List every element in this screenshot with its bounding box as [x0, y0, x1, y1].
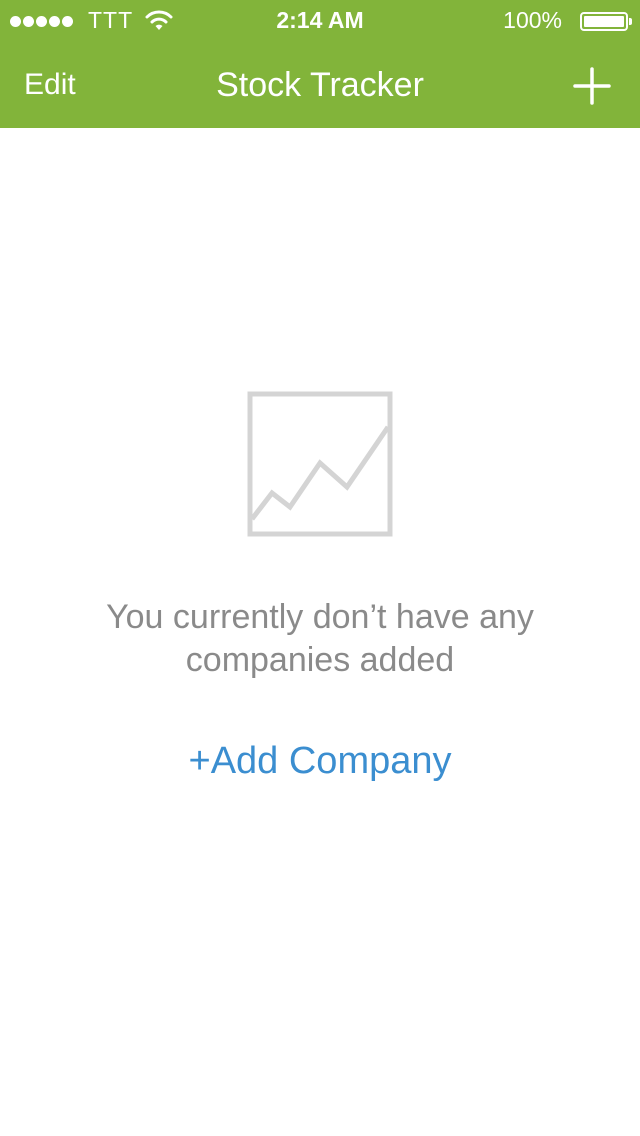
battery-percent: 100% — [503, 7, 562, 33]
navigation-bar: Edit Stock Tracker — [0, 40, 640, 128]
header: TTT 2:14 AM 100% Edit Stock Tracker — [0, 0, 640, 128]
plus-icon[interactable] — [572, 66, 612, 106]
empty-state-message: You currently don’t have any companies a… — [106, 598, 534, 679]
line-chart-icon — [247, 391, 393, 537]
battery-icon — [580, 12, 632, 31]
page-title: Stock Tracker — [216, 66, 424, 104]
add-company-button[interactable]: +Add Company — [120, 740, 520, 783]
status-bar: TTT 2:14 AM 100% — [0, 0, 640, 40]
